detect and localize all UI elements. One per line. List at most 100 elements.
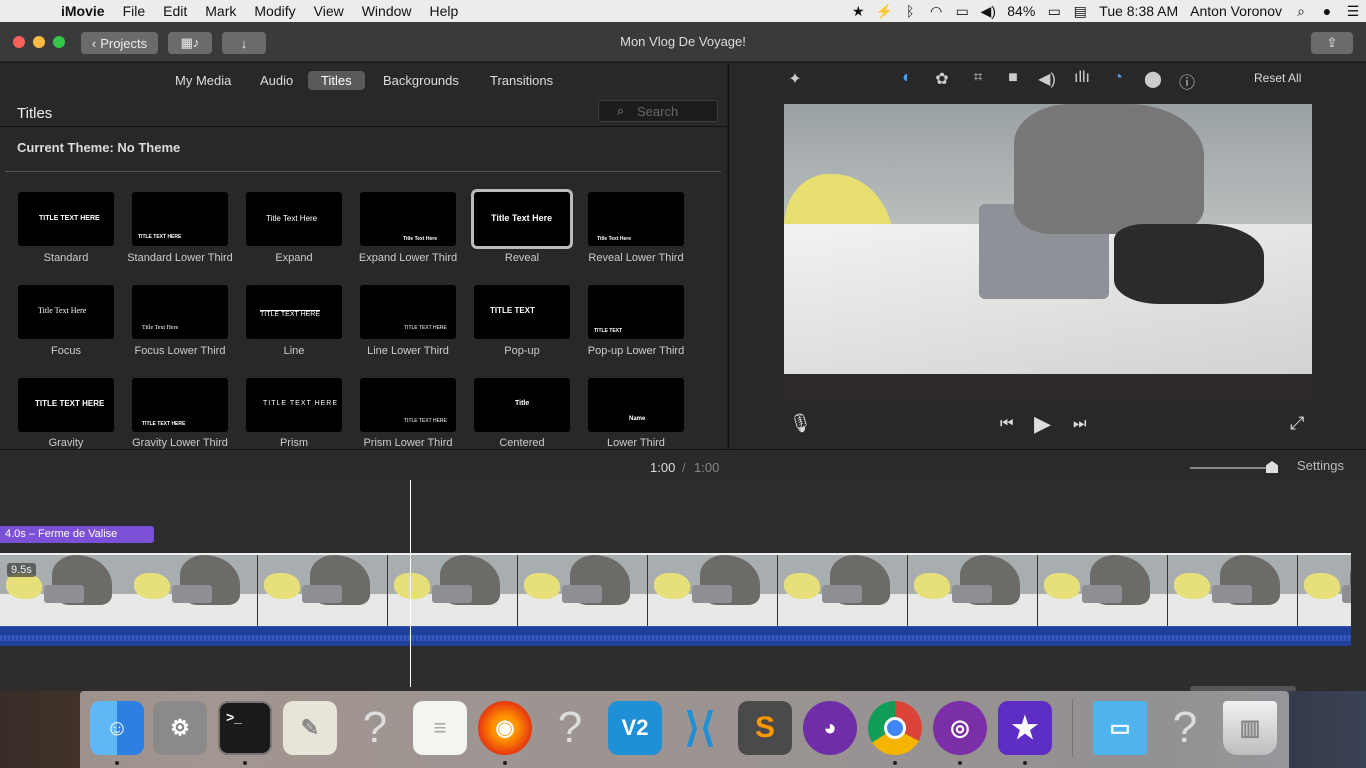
speed-gauge-icon[interactable]: ◔ bbox=[1106, 69, 1130, 91]
script-editor-icon[interactable]: ✎ bbox=[283, 701, 337, 755]
running-indicator bbox=[115, 761, 119, 765]
spotlight-search-icon[interactable]: ⌕ bbox=[1288, 3, 1314, 20]
window-title: Mon Vlog De Voyage! bbox=[620, 34, 746, 49]
title-thumbnail-line-lower-third[interactable]: TITLE TEXT HERE bbox=[360, 285, 456, 339]
trash-icon[interactable]: ▥ bbox=[1223, 701, 1277, 755]
title-thumbnail-prism[interactable]: TITLE TEXT HERE bbox=[246, 378, 342, 432]
menu-view[interactable]: View bbox=[305, 3, 353, 19]
title-thumbnail-gravity[interactable]: TITLE TEXT HERE bbox=[18, 378, 114, 432]
title-thumbnail-reveal-lower-third[interactable]: Title Text Here bbox=[588, 192, 684, 246]
unknown-app-icon[interactable]: ? bbox=[1158, 701, 1212, 755]
audio-waveform-track[interactable] bbox=[0, 626, 1351, 646]
playhead[interactable] bbox=[410, 480, 411, 687]
zoom-slider-thumb[interactable] bbox=[1266, 461, 1278, 473]
title-label-prism-lower-third: Prism Lower Third bbox=[363, 437, 453, 449]
stabilization-camera-icon[interactable]: ■ bbox=[1001, 69, 1025, 91]
menu-mark[interactable]: Mark bbox=[196, 3, 245, 19]
unknown-app-icon[interactable]: ? bbox=[348, 701, 402, 755]
search-input[interactable]: ⌕ Search bbox=[598, 100, 718, 122]
title-thumbnail-expand[interactable]: Title Text Here bbox=[246, 192, 342, 246]
zoom-slider-track[interactable] bbox=[1190, 467, 1276, 469]
magic-wand-icon[interactable]: ✦ bbox=[783, 69, 807, 91]
timeline-settings-button[interactable]: Settings bbox=[1297, 458, 1344, 473]
color-balance-icon[interactable]: ◐ bbox=[895, 69, 919, 91]
menu-help[interactable]: Help bbox=[421, 3, 468, 19]
volume-icon[interactable]: ◀) bbox=[1035, 69, 1059, 91]
volume-icon[interactable]: ◀) bbox=[975, 3, 1001, 20]
menu-modify[interactable]: Modify bbox=[245, 3, 304, 19]
title-thumbnail-pop-up[interactable]: TITLE TEXT bbox=[474, 285, 570, 339]
title-thumbnail-centered[interactable]: Title bbox=[474, 378, 570, 432]
play-icon[interactable]: ▶ bbox=[1034, 411, 1051, 437]
input-flag-icon[interactable]: ▤ bbox=[1067, 3, 1093, 20]
wifi-icon[interactable]: ◠ bbox=[923, 3, 949, 20]
terminal-icon[interactable]: >_ bbox=[218, 701, 272, 755]
clip-frame bbox=[1168, 555, 1298, 626]
siri-icon[interactable]: ● bbox=[1314, 3, 1340, 19]
downloads-folder-icon[interactable]: ▭ bbox=[1093, 701, 1147, 755]
battery-icon[interactable]: ▭ bbox=[1041, 3, 1067, 20]
menu-file[interactable]: File bbox=[114, 3, 155, 19]
title-thumbnail-pop-up-lower-third[interactable]: TITLE TEXT bbox=[588, 285, 684, 339]
clip-filter-icon[interactable]: ⬤ bbox=[1141, 69, 1165, 91]
title-clip[interactable]: 4.0s – Ferme de Valise bbox=[0, 526, 154, 543]
chrome-icon[interactable] bbox=[868, 701, 922, 755]
textedit-icon[interactable]: ≡ bbox=[413, 701, 467, 755]
info-icon[interactable]: ⓘ bbox=[1175, 69, 1199, 92]
finder-icon[interactable]: ☺ bbox=[90, 701, 144, 755]
github-desktop-icon[interactable]: ◕ bbox=[803, 701, 857, 755]
vscode-icon[interactable]: ⟩⟨ bbox=[673, 701, 727, 755]
clock[interactable]: Tue 8:38 AM bbox=[1093, 3, 1184, 19]
title-preview-text: Title bbox=[515, 400, 530, 407]
share-button[interactable]: ⇪ bbox=[1311, 32, 1353, 54]
title-thumbnail-line[interactable]: TITLE TEXT HERE bbox=[246, 285, 342, 339]
title-thumbnail-expand-lower-third[interactable]: Title Text Here bbox=[360, 192, 456, 246]
title-thumbnail-lower-third[interactable]: Name bbox=[588, 378, 684, 432]
title-thumbnail-gravity-lower-third[interactable]: TITLE TEXT HERE bbox=[132, 378, 228, 432]
tab-titles[interactable]: Titles bbox=[308, 71, 365, 90]
unknown-app-icon[interactable]: ? bbox=[543, 701, 597, 755]
clip-frame bbox=[518, 555, 648, 626]
imovie-icon[interactable]: ★ bbox=[998, 701, 1052, 755]
fullscreen-icon[interactable]: ⤢ bbox=[1290, 413, 1304, 434]
title-preview-text: Title Text Here bbox=[403, 236, 437, 242]
vnc-viewer-icon[interactable]: V2 bbox=[608, 701, 662, 755]
battery-percent[interactable]: 84% bbox=[1001, 3, 1041, 19]
sublime-text-icon[interactable]: S bbox=[738, 701, 792, 755]
tab-backgrounds[interactable]: Backgrounds bbox=[370, 71, 472, 90]
system-preferences-icon[interactable]: ⚙ bbox=[153, 701, 207, 755]
skip-forward-icon[interactable]: ⏭ bbox=[1073, 415, 1087, 432]
current-time: 1:00 bbox=[650, 460, 676, 475]
title-thumbnail-reveal[interactable]: Title Text Here bbox=[471, 189, 573, 249]
equalizer-icon[interactable]: ıllı bbox=[1070, 69, 1094, 91]
menu-edit[interactable]: Edit bbox=[154, 3, 196, 19]
reset-all-button[interactable]: Reset All bbox=[1254, 71, 1301, 85]
title-thumbnail-standard[interactable]: TITLE TEXT HERE bbox=[18, 192, 114, 246]
title-thumbnail-standard-lower-third[interactable]: TITLE TEXT HERE bbox=[132, 192, 228, 246]
clip-frame bbox=[388, 555, 518, 626]
microphone-icon[interactable]: 🎙 bbox=[789, 413, 812, 434]
tab-my-media[interactable]: My Media bbox=[162, 71, 244, 90]
user-name[interactable]: Anton Voronov bbox=[1184, 3, 1288, 19]
title-thumbnail-focus[interactable]: Title Text Here bbox=[18, 285, 114, 339]
menu-app-name[interactable]: iMovie bbox=[52, 3, 114, 19]
video-clip-track[interactable] bbox=[0, 553, 1351, 626]
tab-transitions[interactable]: Transitions bbox=[477, 71, 566, 90]
title-preview-text: Title Text Here bbox=[38, 306, 87, 315]
divider bbox=[5, 171, 721, 172]
menu-window[interactable]: Window bbox=[353, 3, 421, 19]
star-icon[interactable]: ★ bbox=[845, 3, 871, 20]
title-thumbnail-focus-lower-third[interactable]: Title Text Here bbox=[132, 285, 228, 339]
app-status-icon[interactable]: ⚡ bbox=[871, 3, 897, 20]
tab-audio[interactable]: Audio bbox=[247, 71, 306, 90]
skip-back-icon[interactable]: ⏮ bbox=[1000, 415, 1014, 432]
title-label-pop-up: Pop-up bbox=[504, 345, 540, 357]
airplay-icon[interactable]: ▭ bbox=[949, 3, 975, 20]
color-palette-icon[interactable]: ✿ bbox=[930, 69, 954, 91]
bluetooth-icon[interactable]: ᛒ bbox=[897, 3, 923, 19]
firefox-icon[interactable]: ◉ bbox=[478, 701, 532, 755]
crop-icon[interactable]: ⌗ bbox=[966, 69, 990, 91]
tor-browser-icon[interactable]: ◎ bbox=[933, 701, 987, 755]
title-thumbnail-prism-lower-third[interactable]: TITLE TEXT HERE bbox=[360, 378, 456, 432]
notification-center-icon[interactable]: ☰ bbox=[1340, 3, 1366, 20]
